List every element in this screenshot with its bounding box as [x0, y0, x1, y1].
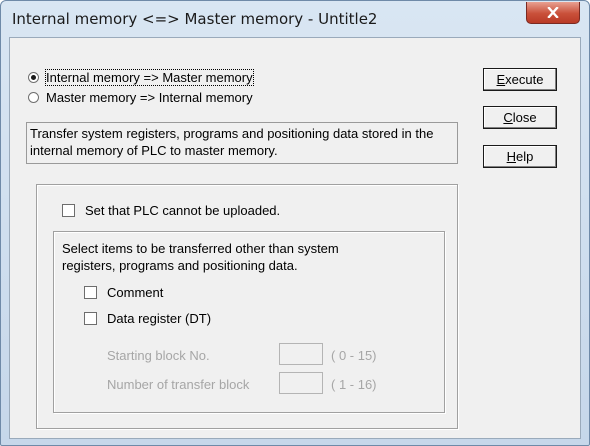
- comment-checkbox[interactable]: [84, 286, 97, 299]
- execute-button[interactable]: Execute: [483, 68, 557, 91]
- description-text: Transfer system registers, programs and …: [26, 122, 458, 164]
- starting-block-input[interactable]: [279, 343, 323, 365]
- transfer-block-input[interactable]: [279, 372, 323, 394]
- data-register-checkbox[interactable]: [84, 312, 97, 325]
- no-upload-checkbox[interactable]: [62, 204, 75, 217]
- radio-label-internal-to-master: Internal memory => Master memory: [45, 68, 254, 86]
- radio-button-unselected[interactable]: [28, 91, 39, 103]
- dialog-window: Internal memory <=> Master memory - Unti…: [0, 0, 590, 446]
- no-upload-label: Set that PLC cannot be uploaded.: [85, 203, 281, 218]
- radio-internal-to-master[interactable]: Internal memory => Master memory: [28, 68, 254, 86]
- radio-master-to-internal[interactable]: Master memory => Internal memory: [28, 88, 253, 106]
- execute-label: xecute: [505, 72, 544, 87]
- transfer-block-label: Number of transfer block: [107, 377, 250, 392]
- starting-block-range: ( 0 - 15): [331, 348, 377, 363]
- data-register-option[interactable]: Data register (DT): [84, 311, 211, 326]
- transfer-items-group: Select items to be transferred other tha…: [53, 231, 445, 413]
- data-register-label: Data register (DT): [107, 311, 212, 326]
- window-title: Internal memory <=> Master memory - Unti…: [12, 10, 378, 28]
- help-accelerator: H: [506, 149, 517, 164]
- radio-label-master-to-internal: Master memory => Internal memory: [46, 89, 253, 105]
- close-x-icon: [547, 7, 559, 18]
- help-button[interactable]: Help: [483, 145, 557, 168]
- close-button[interactable]: Close: [483, 106, 557, 129]
- starting-block-label: Starting block No.: [107, 348, 210, 363]
- window-close-button[interactable]: [526, 2, 580, 24]
- close-label: lose: [512, 110, 537, 125]
- help-label: elp: [516, 149, 534, 164]
- transfer-block-range: ( 1 - 16): [331, 377, 377, 392]
- title-bar[interactable]: Internal memory <=> Master memory - Unti…: [1, 1, 589, 37]
- execute-accelerator: E: [496, 72, 506, 87]
- comment-label: Comment: [107, 285, 164, 300]
- no-upload-option[interactable]: Set that PLC cannot be uploaded.: [62, 203, 280, 218]
- dialog-body: Internal memory => Master memory Master …: [9, 37, 581, 439]
- radio-button-selected[interactable]: [28, 71, 39, 83]
- comment-option[interactable]: Comment: [84, 285, 163, 300]
- items-intro-text: Select items to be transferred other tha…: [62, 241, 339, 273]
- close-accelerator: C: [503, 110, 513, 125]
- options-group: Set that PLC cannot be uploaded. Select …: [36, 184, 458, 429]
